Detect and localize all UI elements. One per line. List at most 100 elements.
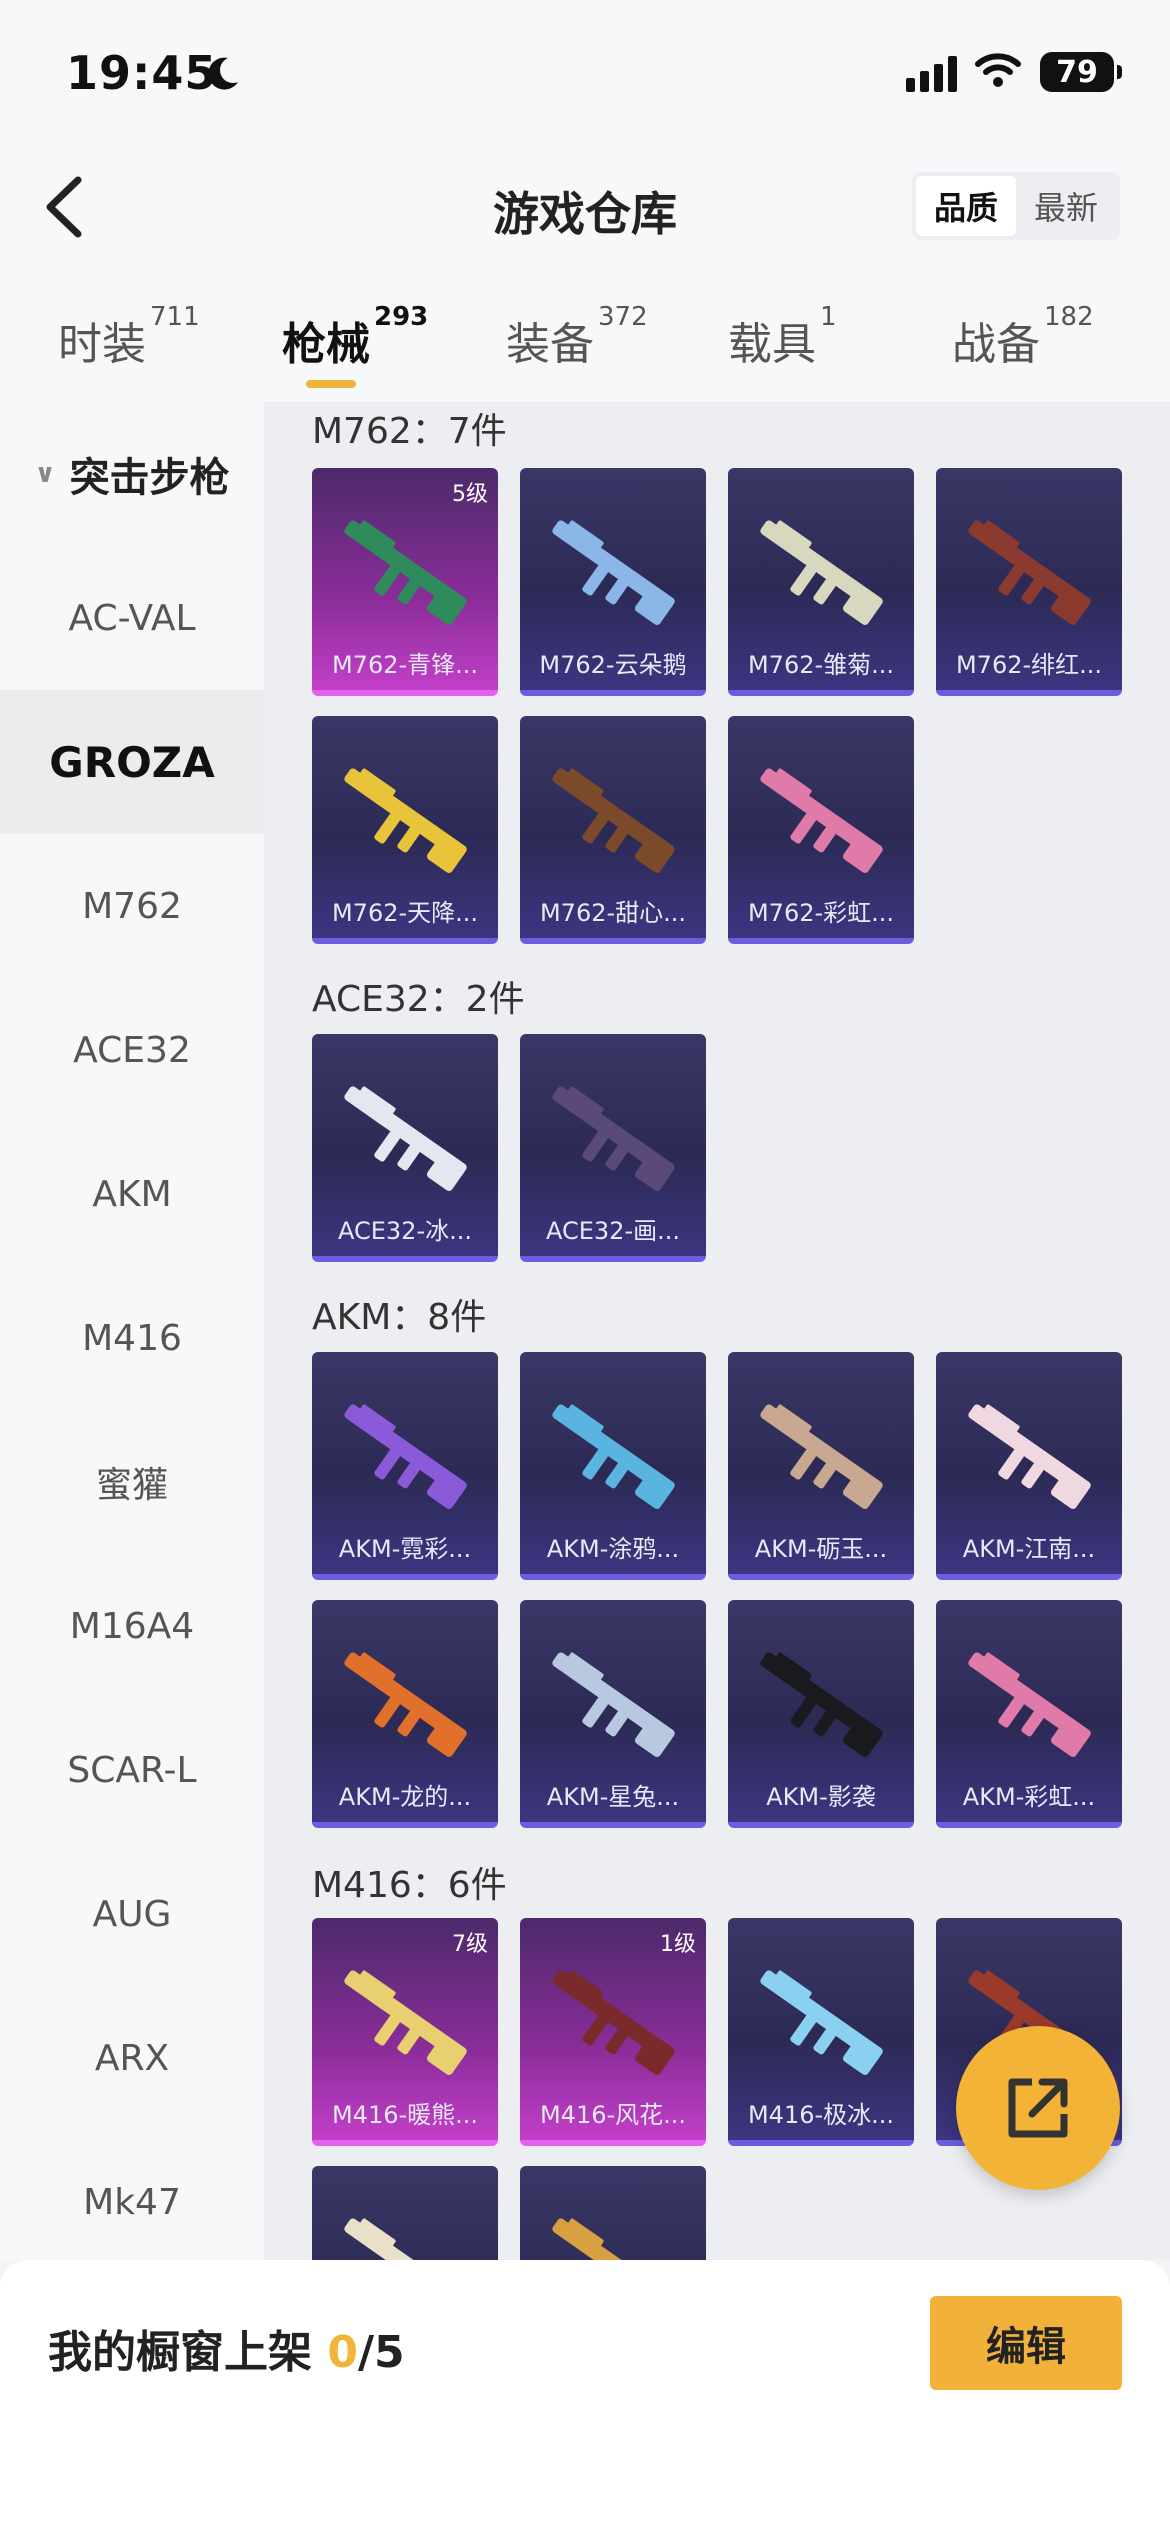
tab-gear[interactable]: 战备182 bbox=[952, 302, 1094, 372]
skin-card[interactable] bbox=[312, 2166, 498, 2260]
skin-card[interactable]: 7级 M416-暖熊... bbox=[312, 1918, 498, 2146]
bottom-bar: 我的橱窗上架 0/5 编辑 bbox=[0, 2260, 1170, 2532]
tab-label: 载具 bbox=[728, 319, 816, 370]
weapon-type-sidebar: ∨ 突击步枪 AC-VAL GROZA M762 ACE32 AKM M416 … bbox=[0, 402, 264, 2260]
tab-label: 时装 bbox=[58, 319, 146, 370]
tab-fashion[interactable]: 时装711 bbox=[58, 302, 200, 372]
showcase-status: 我的橱窗上架 0/5 bbox=[48, 2316, 405, 2380]
skin-name: AKM-彩虹... bbox=[962, 1783, 1096, 1811]
skin-name: M762-云朵鹅 bbox=[539, 651, 687, 679]
sidebar-item-m416[interactable]: M416 bbox=[0, 1266, 264, 1410]
rifle-icon bbox=[552, 520, 675, 625]
sidebar-item-m762[interactable]: M762 bbox=[0, 834, 264, 978]
skin-card[interactable]: AKM-影袭 bbox=[728, 1600, 914, 1828]
rifle-icon bbox=[760, 768, 883, 873]
skin-card[interactable]: AKM-江南... bbox=[936, 1352, 1122, 1580]
rifle-icon bbox=[760, 1652, 883, 1757]
skin-name: AKM-霓彩... bbox=[338, 1535, 472, 1563]
tab-vehicles[interactable]: 载具1 bbox=[728, 302, 837, 372]
rifle-icon bbox=[344, 1086, 467, 1191]
tab-count: 293 bbox=[374, 302, 429, 332]
skin-card[interactable]: M762-彩虹... bbox=[728, 716, 914, 944]
skin-card[interactable]: M762-绯红... bbox=[936, 468, 1122, 696]
tab-equipment[interactable]: 装备372 bbox=[506, 302, 648, 372]
rifle-icon bbox=[968, 520, 1091, 625]
rifle-icon bbox=[552, 1404, 675, 1509]
showcase-count: 0 bbox=[327, 2327, 358, 2378]
category-tabs: 时装711 枪械293 装备372 载具1 战备182 bbox=[0, 260, 1170, 402]
rifle-icon bbox=[760, 520, 883, 625]
skin-card[interactable]: AKM-涂鸦... bbox=[520, 1352, 706, 1580]
skin-card[interactable]: M762-甜心... bbox=[520, 716, 706, 944]
skin-card[interactable]: ACE32-冰... bbox=[312, 1034, 498, 1262]
rifle-icon bbox=[968, 1652, 1091, 1757]
skin-level-badge: 1级 bbox=[660, 1932, 696, 1957]
skin-name: M762-雏菊... bbox=[747, 651, 895, 679]
sidebar-item-m16a4[interactable]: M16A4 bbox=[0, 1554, 264, 1698]
sidebar-item-arx[interactable]: ARX bbox=[0, 1986, 264, 2130]
skin-name: M762-绯红... bbox=[955, 651, 1103, 679]
tab-count: 372 bbox=[598, 302, 648, 332]
skin-name: ACE32-画... bbox=[545, 1217, 680, 1245]
rifle-icon bbox=[344, 2218, 467, 2260]
skin-name: AKM-江南... bbox=[962, 1535, 1096, 1563]
active-tab-indicator bbox=[306, 380, 356, 388]
rifle-icon bbox=[760, 1404, 883, 1509]
skin-card[interactable]: M762-云朵鹅 bbox=[520, 468, 706, 696]
skin-name: AKM-星兔... bbox=[546, 1783, 680, 1811]
skin-name: M416-暖熊... bbox=[331, 2101, 479, 2129]
sidebar-item-aug[interactable]: AUG bbox=[0, 1842, 264, 1986]
skin-level-badge: 5级 bbox=[452, 482, 488, 507]
rifle-icon bbox=[552, 1086, 675, 1191]
tab-label: 装备 bbox=[506, 319, 594, 370]
skin-card[interactable]: AKM-彩虹... bbox=[936, 1600, 1122, 1828]
skin-card[interactable]: 1级 M416-风花... bbox=[520, 1918, 706, 2146]
skin-name: AKM-龙的... bbox=[338, 1783, 472, 1811]
sidebar-item-honey-badger[interactable]: 蜜獾 bbox=[0, 1410, 264, 1554]
skin-card[interactable]: M762-天降... bbox=[312, 716, 498, 944]
skin-card[interactable]: M762-雏菊... bbox=[728, 468, 914, 696]
skin-name: M762-甜心... bbox=[539, 899, 687, 927]
skin-card[interactable]: AKM-龙的... bbox=[312, 1600, 498, 1828]
tab-label: 枪械 bbox=[282, 319, 370, 370]
skin-card[interactable] bbox=[520, 2166, 706, 2260]
skin-card[interactable]: M416-极冰... bbox=[728, 1918, 914, 2146]
sidebar-group-assault-rifles[interactable]: ∨ 突击步枪 bbox=[0, 402, 264, 546]
cellular-signal-icon bbox=[906, 56, 957, 92]
skin-name: M762-天降... bbox=[331, 899, 479, 927]
sidebar-item-ace32[interactable]: ACE32 bbox=[0, 978, 264, 1122]
sidebar-item-mk47[interactable]: Mk47 bbox=[0, 2130, 264, 2274]
skin-card[interactable]: ACE32-画... bbox=[520, 1034, 706, 1262]
skin-card[interactable]: AKM-砺玉... bbox=[728, 1352, 914, 1580]
share-button[interactable] bbox=[956, 2026, 1120, 2190]
rifle-icon bbox=[760, 1970, 883, 2075]
sort-newest-button[interactable]: 最新 bbox=[1016, 176, 1116, 236]
share-icon bbox=[1008, 2078, 1068, 2138]
skin-card[interactable]: AKM-星兔... bbox=[520, 1600, 706, 1828]
skin-name: ACE32-冰... bbox=[337, 1217, 472, 1245]
rifle-icon bbox=[552, 768, 675, 873]
tab-count: 1 bbox=[820, 302, 837, 332]
rifle-icon bbox=[344, 1652, 467, 1757]
sidebar-item-groza[interactable]: GROZA bbox=[0, 690, 264, 834]
sidebar-item-scar-l[interactable]: SCAR-L bbox=[0, 1698, 264, 1842]
edit-button[interactable]: 编辑 bbox=[930, 2296, 1122, 2390]
showcase-total: /5 bbox=[357, 2327, 405, 2378]
tab-firearms[interactable]: 枪械293 bbox=[282, 302, 428, 372]
tab-count: 182 bbox=[1044, 302, 1094, 332]
skin-card[interactable]: 5级 M762-青锋... bbox=[312, 468, 498, 696]
battery-indicator: 79 bbox=[1040, 52, 1122, 92]
status-bar: 19:45 79 bbox=[0, 0, 1170, 150]
skin-card[interactable]: AKM-霓彩... bbox=[312, 1352, 498, 1580]
rifle-icon bbox=[552, 1652, 675, 1757]
sidebar-item-akm[interactable]: AKM bbox=[0, 1122, 264, 1266]
sidebar-item-ac-val[interactable]: AC-VAL bbox=[0, 546, 264, 690]
rifle-icon bbox=[552, 1970, 675, 2075]
showcase-label: 我的橱窗上架 bbox=[48, 2327, 328, 2378]
sort-toggle: 品质 最新 bbox=[912, 172, 1120, 240]
section-title-ace32: ACE32：2件 bbox=[312, 979, 525, 1020]
sort-quality-button[interactable]: 品质 bbox=[916, 176, 1016, 236]
section-title-akm: AKM：8件 bbox=[312, 1297, 487, 1338]
skin-name: M416-风花... bbox=[539, 2101, 687, 2129]
skin-name: AKM-砺玉... bbox=[754, 1535, 888, 1563]
